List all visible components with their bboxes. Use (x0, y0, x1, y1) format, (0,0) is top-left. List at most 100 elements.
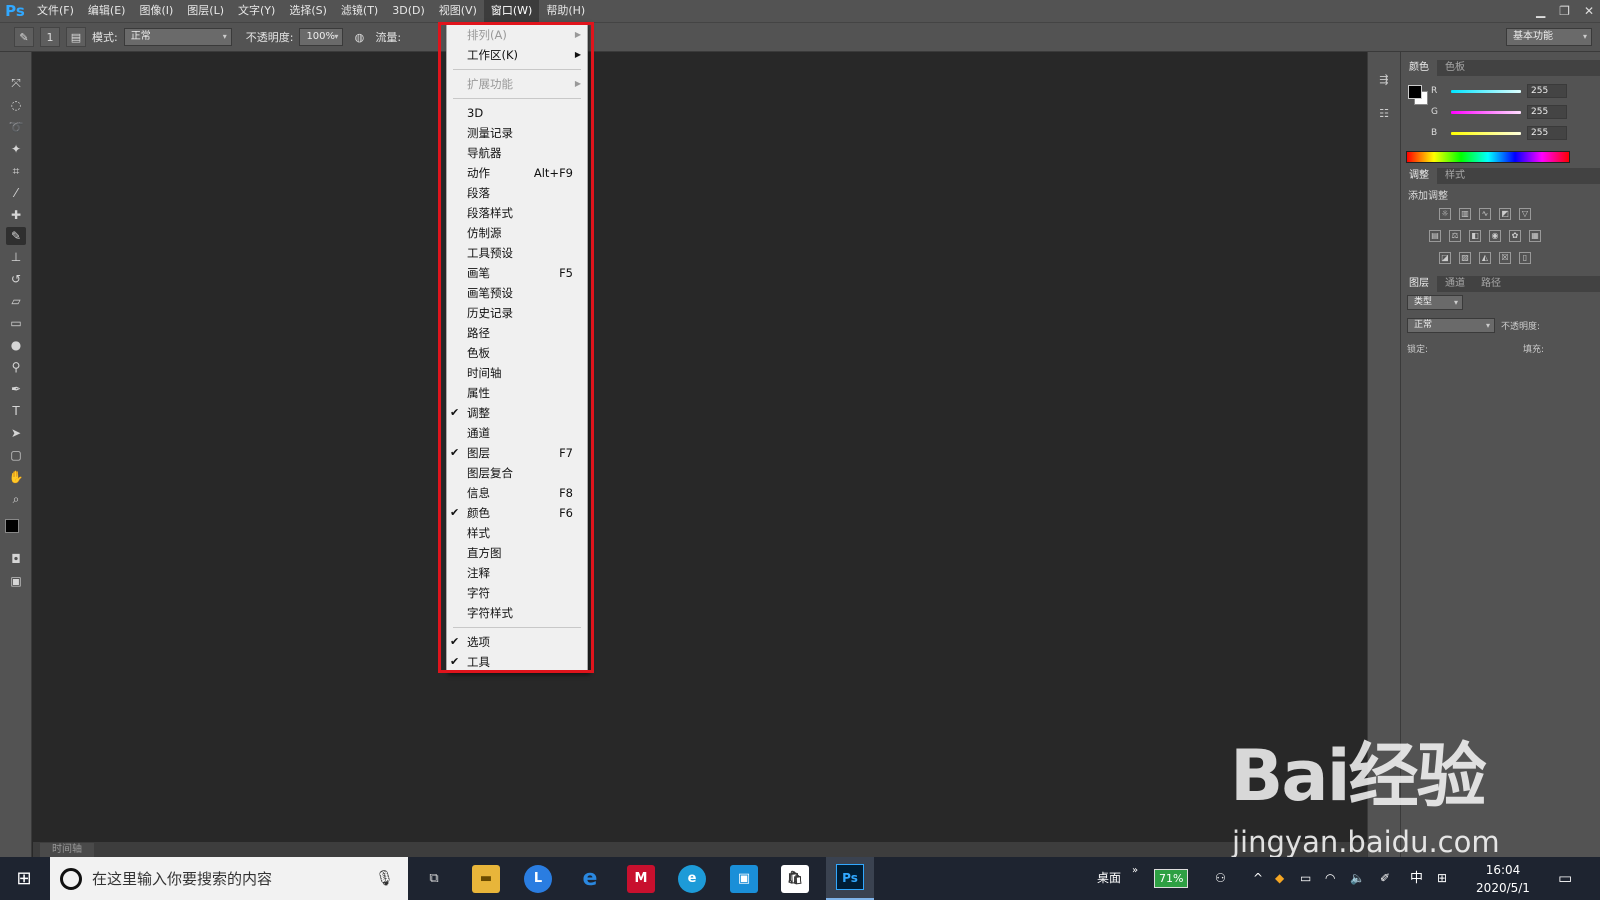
brightness-adjust-icon[interactable]: ☼ (1439, 208, 1451, 220)
document-canvas-area[interactable] (33, 52, 1367, 842)
blend-mode-select[interactable]: 正常 ▾ (1407, 318, 1495, 333)
properties-panel-icon[interactable]: ☷ (1374, 104, 1394, 124)
menu-edit[interactable]: 编辑(E) (81, 0, 133, 22)
notification-center-icon[interactable]: ▭ (1558, 857, 1572, 900)
type-tool-icon[interactable]: T (6, 402, 26, 420)
color-balance-adjust-icon[interactable]: ⚖ (1449, 230, 1461, 242)
levels-adjust-icon[interactable]: ▥ (1459, 208, 1471, 220)
volume-icon[interactable]: 🔈 (1350, 857, 1365, 900)
menu-3d[interactable]: 3D(D) (385, 0, 432, 22)
pressure-opacity-icon[interactable]: ◍ (349, 27, 369, 47)
windows-start-icon[interactable]: ⊞ (0, 857, 48, 900)
move-tool-icon[interactable]: ⤧ (6, 74, 26, 92)
blue-slider[interactable] (1451, 131, 1521, 135)
people-icon[interactable]: ⚇ (1215, 857, 1226, 900)
edge-browser-icon[interactable]: e (576, 865, 604, 893)
photo-filter-adjust-icon[interactable]: ◉ (1489, 230, 1501, 242)
blue-slider-row[interactable]: B 255 (1431, 126, 1567, 140)
menu-filter[interactable]: 滤镜(T) (334, 0, 385, 22)
exposure-adjust-icon[interactable]: ◩ (1499, 208, 1511, 220)
healing-brush-tool-icon[interactable]: ✚ (6, 206, 26, 224)
history-brush-tool-icon[interactable]: ↺ (6, 270, 26, 288)
zoom-tool-icon[interactable]: ⌕ (6, 490, 26, 508)
clone-stamp-tool-icon[interactable]: ⊥ (6, 248, 26, 266)
selective-color-adjust-icon[interactable]: ☒ (1499, 252, 1511, 264)
color-lookup-adjust-icon[interactable]: ▦ (1529, 230, 1541, 242)
tray-app-icon[interactable]: ◆ (1275, 857, 1284, 900)
color-spectrum-bar[interactable] (1406, 151, 1570, 163)
quick-mask-icon[interactable]: ◘ (6, 550, 26, 568)
workspace-select[interactable]: 基本功能 ▾ (1506, 28, 1592, 46)
taskbar-search-box[interactable]: 在这里输入你要搜索的内容 🎙 (50, 857, 408, 900)
red-value[interactable]: 255 (1527, 84, 1567, 98)
history-panel-icon[interactable]: ⇶ (1374, 70, 1394, 90)
brush-tool-icon[interactable]: ✎ (6, 227, 26, 245)
layer-filter-select[interactable]: 类型 ▾ (1407, 295, 1463, 310)
pen-tool-icon[interactable]: ✒ (6, 380, 26, 398)
curves-adjust-icon[interactable]: ∿ (1479, 208, 1491, 220)
menu-file[interactable]: 文件(F) (30, 0, 81, 22)
battery-percentage[interactable]: 71% (1154, 869, 1189, 888)
menu-view[interactable]: 视图(V) (432, 0, 484, 22)
minimize-icon[interactable]: ▁ (1536, 4, 1545, 18)
tab-color[interactable]: 颜色 (1401, 60, 1437, 76)
system-clock[interactable]: 16:04 2020/5/1 (1472, 861, 1534, 897)
chevron-right-icon[interactable]: » (1132, 849, 1138, 892)
desktop-toolbar-label[interactable]: 桌面 (1097, 857, 1121, 900)
tab-layers[interactable]: 图层 (1401, 276, 1437, 292)
eyedropper-tool-icon[interactable]: ⁄ (6, 184, 26, 202)
battery-icon[interactable]: ▭ (1300, 857, 1311, 900)
eraser-tool-icon[interactable]: ▱ (6, 292, 26, 310)
ime-indicator[interactable]: 中 (1410, 857, 1423, 900)
lasso-tool-icon[interactable]: ➰ (6, 118, 26, 136)
menu-type[interactable]: 文字(Y) (231, 0, 282, 22)
hand-tool-icon[interactable]: ✋ (6, 468, 26, 486)
tab-channels[interactable]: 通道 (1437, 276, 1473, 292)
tab-styles[interactable]: 样式 (1437, 168, 1473, 184)
green-slider-row[interactable]: G 255 (1431, 105, 1567, 119)
mcafee-icon[interactable]: M (627, 865, 655, 893)
restore-icon[interactable]: ❐ (1559, 4, 1570, 18)
green-slider[interactable] (1451, 110, 1521, 114)
menu-select[interactable]: 选择(S) (282, 0, 334, 22)
invert-adjust-icon[interactable]: ◪ (1439, 252, 1451, 264)
marquee-tool-icon[interactable]: ◌ (6, 96, 26, 114)
mode-select[interactable]: 正常 ▾ (123, 28, 232, 46)
close-icon[interactable]: ✕ (1584, 4, 1594, 18)
brush-panel-toggle-icon[interactable]: ▤ (66, 27, 86, 47)
screen-mode-icon[interactable]: ▣ (6, 572, 26, 590)
magic-wand-tool-icon[interactable]: ✦ (6, 140, 26, 158)
photoshop-taskbar-button[interactable]: Ps (826, 857, 874, 900)
app-tile-icon[interactable]: ▣ (730, 865, 758, 893)
rectangle-tool-icon[interactable]: ▢ (6, 446, 26, 464)
channel-mixer-adjust-icon[interactable]: ✿ (1509, 230, 1521, 242)
black-white-adjust-icon[interactable]: ◧ (1469, 230, 1481, 242)
hue-saturation-adjust-icon[interactable]: ▤ (1429, 230, 1441, 242)
blue-value[interactable]: 255 (1527, 126, 1567, 140)
file-explorer-icon[interactable]: ▬ (472, 865, 500, 893)
microphone-icon[interactable]: 🎙 (375, 869, 394, 887)
menu-window[interactable]: 窗口(W) (483, 0, 540, 22)
brush-size-picker[interactable]: 1 (40, 27, 60, 47)
clock-app-icon[interactable]: L (524, 865, 552, 893)
keyboard-layout-icon[interactable]: ⊞ (1437, 857, 1447, 900)
gradient-map-adjust-icon[interactable]: ▯ (1519, 252, 1531, 264)
dodge-tool-icon[interactable]: ⚲ (6, 358, 26, 376)
brush-tool-icon[interactable]: ✎ (14, 27, 34, 47)
store-icon[interactable]: 🛍 (781, 865, 809, 893)
opacity-input[interactable]: 100% ▾ (299, 28, 344, 46)
wifi-icon[interactable]: ◠ (1325, 857, 1335, 900)
blur-tool-icon[interactable]: ● (6, 336, 26, 354)
posterize-adjust-icon[interactable]: ▨ (1459, 252, 1471, 264)
tab-adjustments[interactable]: 调整 (1401, 168, 1437, 184)
gradient-tool-icon[interactable]: ▭ (6, 314, 26, 332)
menu-help[interactable]: 帮助(H) (539, 0, 592, 22)
red-slider[interactable] (1451, 89, 1521, 93)
foreground-color-swatch[interactable] (5, 519, 19, 533)
task-view-icon[interactable]: ⧉ (420, 865, 448, 893)
red-slider-row[interactable]: R 255 (1431, 84, 1567, 98)
ie-browser-icon[interactable]: e (678, 865, 706, 893)
chevron-up-icon[interactable]: ^ (1253, 857, 1263, 900)
green-value[interactable]: 255 (1527, 105, 1567, 119)
timeline-tab[interactable]: 时间轴 (40, 843, 94, 857)
